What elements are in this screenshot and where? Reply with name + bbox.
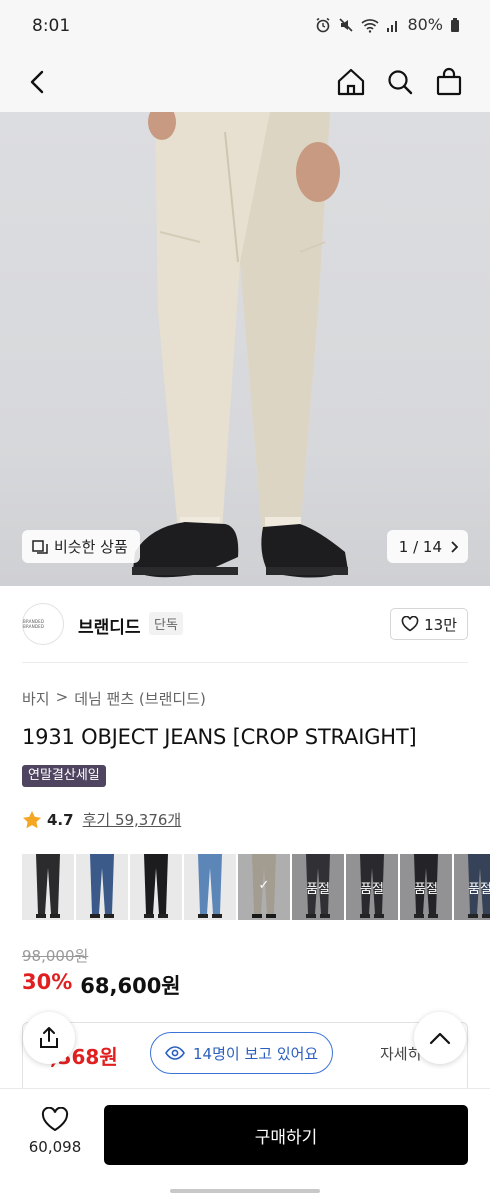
share-button[interactable] — [23, 1012, 75, 1064]
status-bar: 8:01 80% — [0, 0, 490, 52]
heart-icon — [41, 1107, 69, 1132]
chevron-right-icon — [451, 540, 458, 553]
breadcrumb: 바지 > 데님 팬츠 (브랜디드) — [22, 688, 206, 709]
color-option-thumb[interactable] — [22, 854, 74, 920]
brand-logo[interactable]: BRANDED BRANDED — [22, 603, 64, 645]
product-image[interactable] — [0, 112, 490, 586]
star-icon — [23, 811, 41, 829]
status-icons: 80% — [315, 15, 460, 34]
search-button[interactable] — [380, 62, 420, 102]
original-price: 98,000원 — [22, 947, 89, 965]
thumb-pants-graphic — [144, 854, 168, 918]
alarm-icon — [316, 17, 330, 32]
home-icon — [337, 68, 365, 96]
home-indicator — [170, 1189, 320, 1193]
rating-row: 4.7 후기 59,376개 — [22, 809, 181, 830]
divider — [22, 662, 468, 663]
back-button[interactable] — [18, 62, 58, 102]
wishlist-count: 60,098 — [28, 1138, 82, 1156]
image-page-indicator[interactable]: 1 / 14 — [386, 530, 468, 563]
brand-logo-text: BRANDED BRANDED — [23, 619, 45, 629]
viewers-pill: 14명이 보고 있어요 — [150, 1032, 334, 1074]
brand-like-button[interactable]: 13만 — [390, 608, 468, 640]
sale-price: 68,600원 — [80, 974, 181, 998]
color-option-thumb[interactable] — [130, 854, 182, 920]
soldout-label: 품절 — [414, 882, 438, 897]
product-title: 1931 OBJECT JEANS [CROP STRAIGHT] — [22, 725, 417, 749]
buy-button[interactable]: 구매하기 — [104, 1105, 468, 1165]
similar-products-label: 비슷한 상품 — [54, 538, 128, 556]
selected-check-icon: ✓ — [258, 878, 270, 893]
soldout-label: 품절 — [360, 882, 384, 897]
top-nav — [0, 52, 490, 112]
thumb-pants-graphic — [36, 854, 60, 918]
color-option-thumb[interactable]: 품절 — [454, 854, 490, 920]
heart-icon — [401, 616, 419, 632]
sale-tag: 연말결산세일 — [22, 765, 106, 787]
home-button[interactable] — [331, 62, 371, 102]
shopping-bag-icon — [436, 67, 462, 96]
brand-name[interactable]: 브랜디드 — [78, 613, 141, 638]
mute-icon — [339, 17, 354, 32]
price-row: 30% 68,600원 — [22, 970, 181, 1000]
search-icon — [388, 70, 413, 95]
exclusive-badge: 단독 — [149, 612, 183, 635]
wishlist-button[interactable]: 60,098 — [22, 1107, 88, 1156]
product-photo — [132, 112, 348, 578]
similar-products-button[interactable]: 비슷한 상품 — [22, 530, 140, 563]
breadcrumb-separator-icon: > — [55, 688, 69, 706]
chevron-up-icon — [429, 1032, 451, 1045]
color-option-thumb[interactable] — [76, 854, 128, 920]
share-icon — [40, 1027, 58, 1048]
rating-value: 4.7 — [47, 810, 74, 829]
bottom-bar: 60,098 구매하기 — [0, 1088, 490, 1180]
breadcrumb-subcategory[interactable]: 데님 팬츠 (브랜디드) — [74, 688, 206, 709]
color-options: ✓ 품절 품절 품절 품절 — [22, 854, 490, 920]
color-option-thumb[interactable]: ✓ — [238, 854, 290, 920]
eye-icon — [165, 1046, 185, 1060]
brand-row: BRANDED BRANDED 브랜디드 단독 13만 — [22, 600, 468, 650]
discount-rate: 30% — [22, 970, 73, 994]
viewers-text: 14명이 보고 있어요 — [193, 1044, 319, 1063]
color-option-thumb[interactable]: 품절 — [346, 854, 398, 920]
brand-like-count: 13만 — [424, 615, 457, 634]
battery-icon — [451, 17, 459, 32]
soldout-label: 품절 — [468, 882, 490, 897]
signal-icon — [387, 20, 398, 32]
color-option-thumb[interactable]: 품절 — [292, 854, 344, 920]
thumb-pants-graphic — [198, 854, 222, 918]
soldout-label: 품절 — [306, 882, 330, 897]
back-arrow-icon — [30, 70, 44, 94]
cart-button[interactable] — [429, 62, 469, 102]
status-time: 8:01 — [32, 16, 71, 36]
breadcrumb-category[interactable]: 바지 — [22, 688, 50, 709]
similar-items-icon — [32, 539, 48, 554]
color-option-thumb[interactable] — [184, 854, 236, 920]
image-page-count: 1 / 14 — [398, 537, 442, 556]
scroll-top-button[interactable] — [414, 1012, 466, 1064]
thumb-pants-graphic — [90, 854, 114, 918]
wifi-icon — [361, 18, 379, 33]
review-link[interactable]: 후기 59,376개 — [83, 809, 182, 830]
battery-percent: 80% — [407, 15, 443, 34]
color-option-thumb[interactable]: 품절 — [400, 854, 452, 920]
